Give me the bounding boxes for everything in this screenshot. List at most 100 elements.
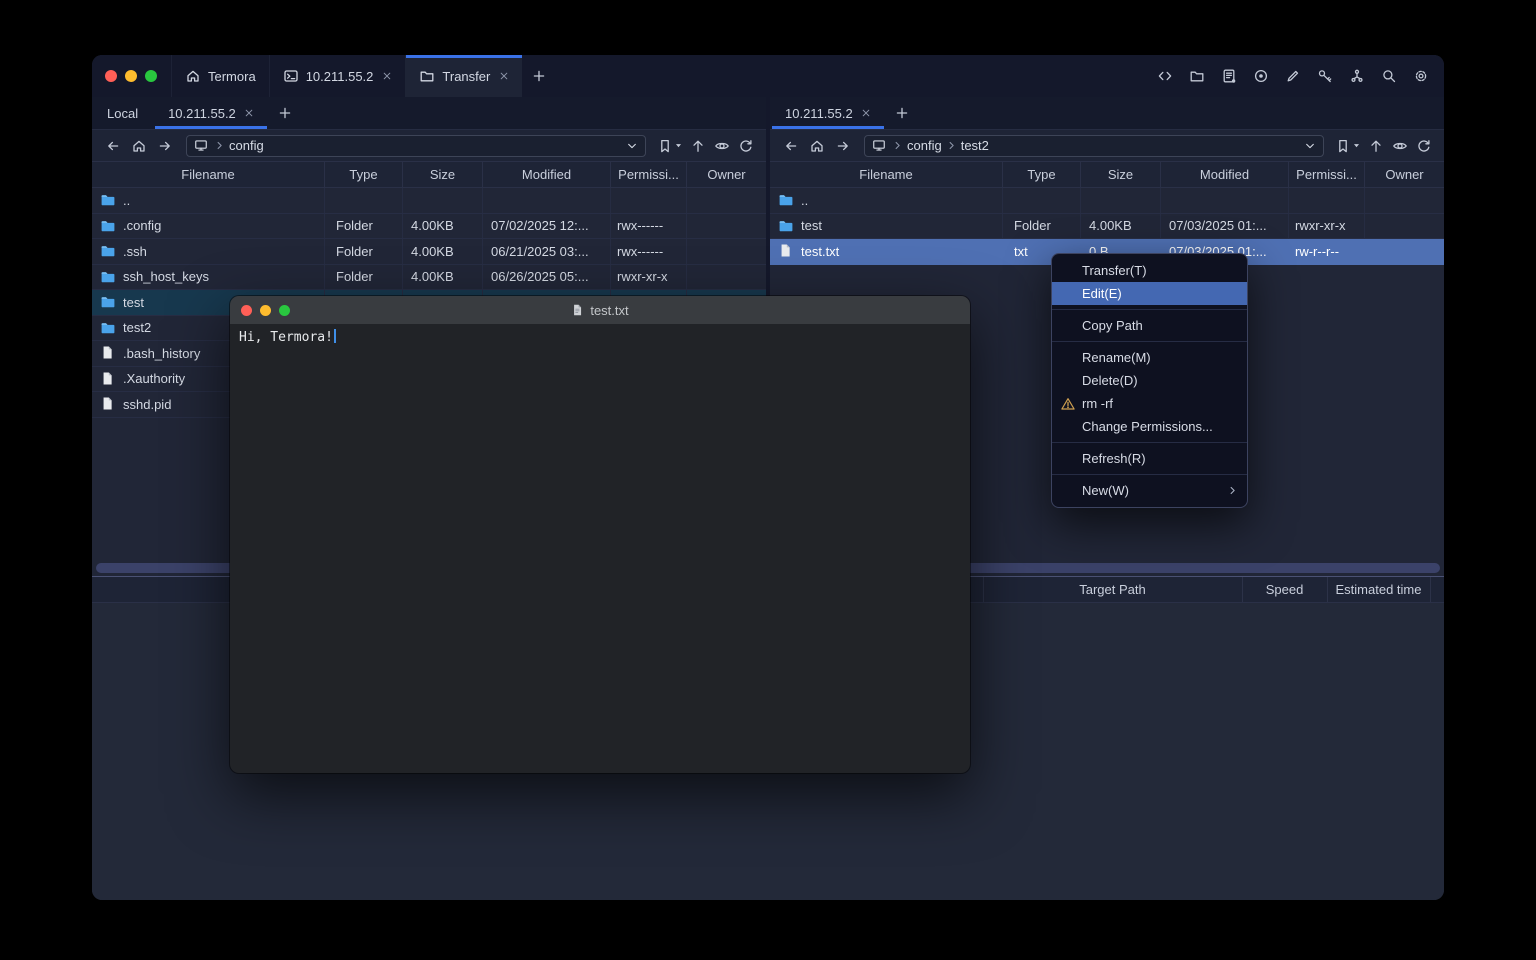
chevron-right-icon xyxy=(946,140,957,151)
left-pane-tabbar: Local 10.211.55.2 xyxy=(92,97,766,130)
right-pane-toolbar: config test2 xyxy=(770,130,1444,162)
back-button[interactable] xyxy=(779,134,803,158)
breadcrumb: config test2 xyxy=(892,138,989,153)
column-header[interactable]: Owner xyxy=(1365,162,1444,187)
key-icon[interactable] xyxy=(1316,67,1334,85)
menu-item-edit-e[interactable]: Edit(E) xyxy=(1052,282,1247,305)
column-header[interactable]: Size xyxy=(1081,162,1161,187)
pencil-icon[interactable] xyxy=(1284,67,1302,85)
column-header[interactable]: Size xyxy=(403,162,483,187)
close-icon[interactable] xyxy=(382,71,392,81)
filename-cell: test.txt xyxy=(770,239,1003,264)
tab-label: 10.211.55.2 xyxy=(306,69,374,84)
chevron-down-icon[interactable] xyxy=(626,140,638,152)
path-field[interactable]: config test2 xyxy=(864,135,1324,157)
column-header[interactable]: Permissi... xyxy=(611,162,687,187)
menu-item-rm-rf[interactable]: rm -rf xyxy=(1052,392,1247,415)
editor-close-button[interactable] xyxy=(241,305,252,316)
table-row[interactable]: ssh_host_keysFolder4.00KB06/26/2025 05:.… xyxy=(92,265,766,291)
column-header[interactable]: Modified xyxy=(1161,162,1289,187)
tab-remote-host[interactable]: 10.211.55.2 xyxy=(153,97,269,129)
home-button[interactable] xyxy=(805,134,829,158)
new-tab-button[interactable] xyxy=(522,55,556,97)
table-row[interactable]: testFolder4.00KB07/03/2025 01:...rwxr-xr… xyxy=(770,214,1444,240)
tab-label: Local xyxy=(107,106,138,121)
filename: ssh_host_keys xyxy=(123,269,209,284)
tab-remote-host[interactable]: 10.211.55.2 xyxy=(770,97,886,129)
table-row[interactable]: .configFolder4.00KB07/02/2025 12:...rwx-… xyxy=(92,214,766,240)
close-icon[interactable] xyxy=(861,108,871,118)
filename-cell: ssh_host_keys xyxy=(92,265,325,290)
keychain-icon[interactable] xyxy=(1348,67,1366,85)
tab-termora-home[interactable]: Termora xyxy=(171,55,269,97)
refresh-button[interactable] xyxy=(735,134,757,158)
column-header[interactable]: Owner xyxy=(687,162,766,187)
parent-directory-button[interactable] xyxy=(1365,134,1387,158)
path-segment[interactable]: config xyxy=(907,138,942,153)
parent-directory-button[interactable] xyxy=(687,134,709,158)
code-icon[interactable] xyxy=(1156,67,1174,85)
home-button[interactable] xyxy=(127,134,151,158)
path-segment[interactable]: test2 xyxy=(961,138,989,153)
add-pane-tab-button[interactable] xyxy=(269,97,301,129)
path-field[interactable]: config xyxy=(186,135,646,157)
column-header[interactable]: Filename xyxy=(770,162,1003,187)
titlebar-actions xyxy=(1156,55,1430,97)
folder-icon[interactable] xyxy=(1188,67,1206,85)
editor-zoom-button[interactable] xyxy=(279,305,290,316)
menu-item-copy-path[interactable]: Copy Path xyxy=(1052,314,1247,337)
cell xyxy=(687,239,766,264)
tab-label: Transfer xyxy=(442,69,490,84)
column-target-path: Target Path xyxy=(983,577,1242,602)
left-pane-toolbar: config xyxy=(92,130,766,162)
editor-titlebar[interactable]: test.txt xyxy=(230,296,970,324)
column-header[interactable]: Filename xyxy=(92,162,325,187)
tab-local[interactable]: Local xyxy=(92,97,153,129)
forward-button[interactable] xyxy=(831,134,855,158)
show-hidden-files-button[interactable] xyxy=(1389,134,1411,158)
forward-button[interactable] xyxy=(153,134,177,158)
search-icon[interactable] xyxy=(1380,67,1398,85)
menu-item-refresh-r[interactable]: Refresh(R) xyxy=(1052,447,1247,470)
close-icon[interactable] xyxy=(244,108,254,118)
close-window-button[interactable] xyxy=(105,70,117,82)
menu-item-delete-d[interactable]: Delete(D) xyxy=(1052,369,1247,392)
record-icon[interactable] xyxy=(1252,67,1270,85)
zoom-window-button[interactable] xyxy=(145,70,157,82)
add-pane-tab-button[interactable] xyxy=(886,97,918,129)
refresh-button[interactable] xyxy=(1413,134,1435,158)
table-row[interactable]: .sshFolder4.00KB06/21/2025 03:...rwx----… xyxy=(92,239,766,265)
menu-item-label: Copy Path xyxy=(1082,318,1143,333)
editor-content[interactable]: Hi, Termora! xyxy=(230,324,970,351)
chevron-down-icon[interactable] xyxy=(1304,140,1316,152)
menu-item-new-w[interactable]: New(W) xyxy=(1052,479,1247,502)
menu-item-label: Rename(M) xyxy=(1082,350,1151,365)
minimize-window-button[interactable] xyxy=(125,70,137,82)
tab-label: Termora xyxy=(208,69,256,84)
cell: 4.00KB xyxy=(1081,214,1161,239)
menu-item-rename-m[interactable]: Rename(M) xyxy=(1052,346,1247,369)
menu-item-transfer-t[interactable]: Transfer(T) xyxy=(1052,259,1247,282)
log-icon[interactable] xyxy=(1220,67,1238,85)
tab-transfer[interactable]: Transfer xyxy=(405,55,522,97)
column-header[interactable]: Permissi... xyxy=(1289,162,1365,187)
text-cursor xyxy=(334,329,337,343)
bookmark-button[interactable] xyxy=(655,138,685,154)
editor-minimize-button[interactable] xyxy=(260,305,271,316)
table-row[interactable]: .. xyxy=(92,188,766,214)
cell: 07/03/2025 01:... xyxy=(1161,214,1289,239)
column-header[interactable]: Type xyxy=(1003,162,1081,187)
caret-down-icon xyxy=(1352,141,1361,150)
back-button[interactable] xyxy=(101,134,125,158)
table-row[interactable]: .. xyxy=(770,188,1444,214)
tab-ssh-session[interactable]: 10.211.55.2 xyxy=(269,55,406,97)
column-header[interactable]: Modified xyxy=(483,162,611,187)
gear-icon[interactable] xyxy=(1412,67,1430,85)
show-hidden-files-button[interactable] xyxy=(711,134,733,158)
folder-icon xyxy=(100,269,116,285)
close-icon[interactable] xyxy=(499,71,509,81)
column-header[interactable]: Type xyxy=(325,162,403,187)
bookmark-button[interactable] xyxy=(1333,138,1363,154)
path-segment[interactable]: config xyxy=(229,138,264,153)
menu-item-change-permissions[interactable]: Change Permissions... xyxy=(1052,415,1247,438)
